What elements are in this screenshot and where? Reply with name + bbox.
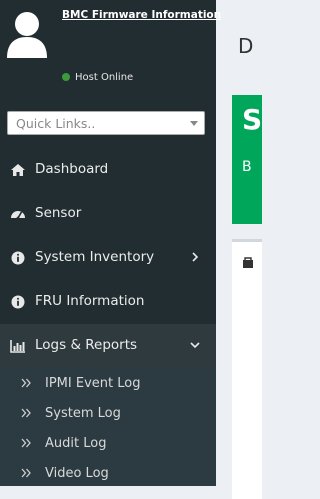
submenu-item-label: IPMI Event Log: [45, 376, 141, 391]
sidebar-item-label: FRU Information: [35, 293, 145, 309]
user-avatar-icon: [7, 12, 47, 58]
submenu-item-system-log[interactable]: System Log: [0, 398, 216, 428]
status-box-label: B: [242, 159, 252, 175]
home-icon: [11, 164, 25, 176]
submenu-item-label: Video Log: [45, 466, 109, 481]
dashboard-gauge-icon: [11, 211, 25, 220]
sidebar-item-label: Logs & Reports: [35, 337, 138, 353]
sidebar-item-label: Dashboard: [35, 161, 109, 177]
panel-header-icon: [243, 257, 253, 268]
quick-links-placeholder: Quick Links..: [16, 116, 96, 131]
status-online-dot-icon: [62, 73, 70, 81]
page-title: D: [238, 34, 254, 58]
sidebar-item-dashboard[interactable]: Dashboard: [0, 148, 216, 192]
sidebar-item-logs-reports[interactable]: Logs & Reports: [0, 324, 216, 368]
info-circle-icon: [11, 251, 25, 265]
double-chevron-right-icon: [21, 468, 31, 478]
user-panel: BMC Firmware Information Host Online: [0, 0, 221, 98]
submenu-item-label: Audit Log: [45, 436, 107, 451]
content-panel: [232, 239, 262, 499]
sidebar-item-system-inventory[interactable]: System Inventory: [0, 236, 216, 280]
sidebar: BMC Firmware Information Host Online Qui…: [0, 0, 221, 486]
submenu-item-video-log[interactable]: Video Log: [0, 458, 216, 488]
status-box-value: S: [242, 103, 263, 136]
double-chevron-right-icon: [21, 378, 31, 388]
submenu-item-label: System Log: [45, 406, 121, 421]
info-circle-icon: [11, 295, 25, 309]
chevron-right-icon: [192, 252, 199, 262]
host-status: Host Online: [62, 72, 133, 83]
sidebar-item-sensor[interactable]: Sensor: [0, 192, 216, 236]
bmc-firmware-info-link[interactable]: BMC Firmware Information: [62, 9, 221, 21]
sidebar-item-label: System Inventory: [35, 249, 155, 265]
host-status-label: Host Online: [75, 72, 134, 83]
submenu-item-audit-log[interactable]: Audit Log: [0, 428, 216, 458]
bar-chart-icon: [10, 340, 25, 353]
submenu-item-ipmi-event-log[interactable]: IPMI Event Log: [0, 368, 216, 398]
logs-reports-submenu: IPMI Event Log System Log Audit Log Vide…: [0, 368, 216, 486]
sidebar-item-label: Sensor: [35, 205, 82, 221]
double-chevron-right-icon: [21, 438, 31, 448]
status-summary-box: S B: [232, 95, 262, 224]
quick-links-select[interactable]: Quick Links..: [7, 111, 205, 135]
sidebar-item-fru-information[interactable]: FRU Information: [0, 280, 216, 324]
double-chevron-right-icon: [21, 408, 31, 418]
chevron-down-icon: [190, 121, 198, 126]
chevron-down-icon: [190, 342, 200, 349]
